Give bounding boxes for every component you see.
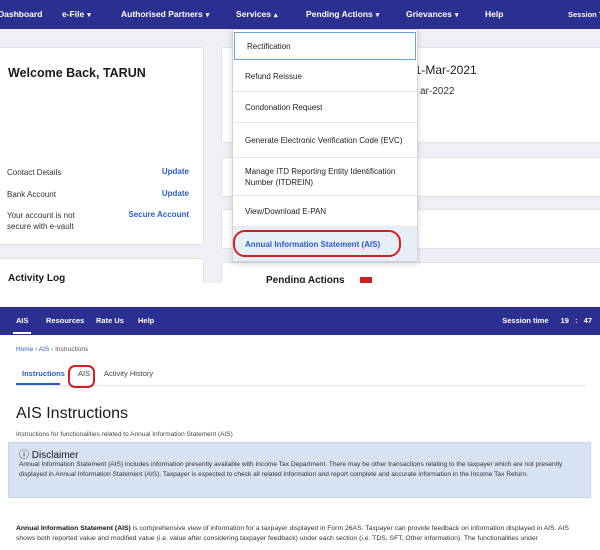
nav-ais[interactable]: AIS [16,307,29,335]
breadcrumb-home[interactable]: Home [16,346,33,353]
contact-details-label: Contact Details [7,168,62,177]
nav-pending-actions-label: Pending Actions [306,9,373,19]
chevron-down-icon: ▾ [87,12,91,19]
nav-grievances-label: Grievances [406,9,452,19]
session-separator: : [575,316,578,325]
secure-account-link[interactable]: Secure Account [128,210,189,219]
chevron-up-icon: ▴ [273,12,278,19]
chevron-down-icon: ▾ [454,12,459,19]
session-minutes: 19 [560,316,569,325]
update-contact-link[interactable]: Update [162,167,189,176]
disclaimer-heading: ⓘ Disclaimer [19,446,78,461]
nav-authorised-partners[interactable]: Authorised Partners ▾ [121,0,209,29]
activity-log-card: Activity Log [0,258,204,283]
pending-actions-card: Pending Actions [221,262,600,283]
nav-ais-help[interactable]: Help [138,307,154,335]
session-timer: Session time 19 : 47 [502,307,592,335]
session-timer-text: Session T [568,10,600,19]
nav-ais-active-indicator [13,332,31,334]
nav-services[interactable]: Services ▴ [236,0,278,29]
bank-account-label: Bank Account [7,190,56,199]
tabs-divider [16,385,586,386]
session-seconds: 47 [583,316,592,325]
nav-resources[interactable]: Resources [46,307,84,335]
disclaimer-text: Annual Information Statement (AIS) inclu… [19,461,563,478]
chevron-down-icon: ▾ [375,12,380,19]
breadcrumb: Home › AIS › Instructions [16,346,88,353]
ais-top-nav: AIS Resources Rate Us Help Session time … [0,307,600,335]
efiling-portal-screen: Dashboard e-File ▾ Authorised Partners ▾ S… [0,0,600,283]
tab-instructions[interactable]: Instructions [22,369,65,378]
menu-item-generate-evc[interactable]: Generate Electronic Verification Code (E… [233,123,417,158]
page-title: AIS Instructions [16,405,129,422]
breadcrumb-current: Instructions [55,346,89,353]
nav-efile-label: e-File [62,9,85,19]
ais-description-bold: Annual Information Statement (AIS) [16,525,131,532]
menu-item-condonation-request[interactable]: Condonation Request [233,92,417,123]
nav-rate-us[interactable]: Rate Us [96,307,124,335]
update-bank-link[interactable]: Update [162,189,189,198]
highlight-ring-ais-menu [233,230,401,257]
pending-count-badge [360,277,372,283]
nav-help-label: Help [485,9,504,19]
portal-top-nav: Dashboard e-File ▾ Authorised Partners ▾ S… [0,0,600,29]
evault-warning-text: Your account is not secure with e-vault [7,211,75,231]
tab-activity-history[interactable]: Activity History [104,369,153,378]
return-date-text-2: ar-2022 [420,86,455,97]
nav-pending-actions[interactable]: Pending Actions ▾ [306,0,379,29]
session-timer-label: Session T [568,0,600,29]
nav-services-label: Services [236,9,271,19]
highlight-ring-ais-tab [68,365,95,388]
menu-item-manage-itdrein[interactable]: Manage ITD Reporting Entity Identificati… [233,158,417,196]
ais-description: Annual Information Statement (AIS) is co… [16,524,582,544]
activity-log-title: Activity Log [8,273,66,283]
return-date-text: 31-Mar-2021 [408,63,477,77]
services-dropdown-menu: Rectification Refund Reissue Condonation… [232,29,418,262]
chevron-down-icon: ▾ [205,12,210,19]
nav-help[interactable]: Help [485,0,503,29]
nav-grievances[interactable]: Grievances ▾ [406,0,458,29]
menu-item-refund-reissue[interactable]: Refund Reissue [233,62,417,92]
session-time-label: Session time [502,316,549,325]
breadcrumb-ais[interactable]: AIS [39,346,49,353]
page-subtitle: Instructions for functionalities related… [16,431,233,438]
nav-efile[interactable]: e-File ▾ [62,0,91,29]
nav-dashboard-label: Dashboard [0,9,43,19]
ais-instructions-screen: AIS Resources Rate Us Help Session time … [0,307,600,550]
pending-actions-title: Pending Actions [266,275,345,283]
nav-authorised-partners-label: Authorised Partners [121,9,203,19]
breadcrumb-separator: › [35,346,38,353]
nav-dashboard[interactable]: Dashboard [0,0,42,29]
disclaimer-box: ⓘ Disclaimer Annual Information Statemen… [8,442,591,498]
welcome-card: Welcome Back, TARUN Contact Details Upda… [0,47,204,245]
breadcrumb-separator: › [51,346,54,353]
menu-item-rectification[interactable]: Rectification [234,32,416,60]
menu-item-download-epan[interactable]: View/Download E-PAN [233,196,417,227]
welcome-greeting: Welcome Back, TARUN [8,66,146,80]
